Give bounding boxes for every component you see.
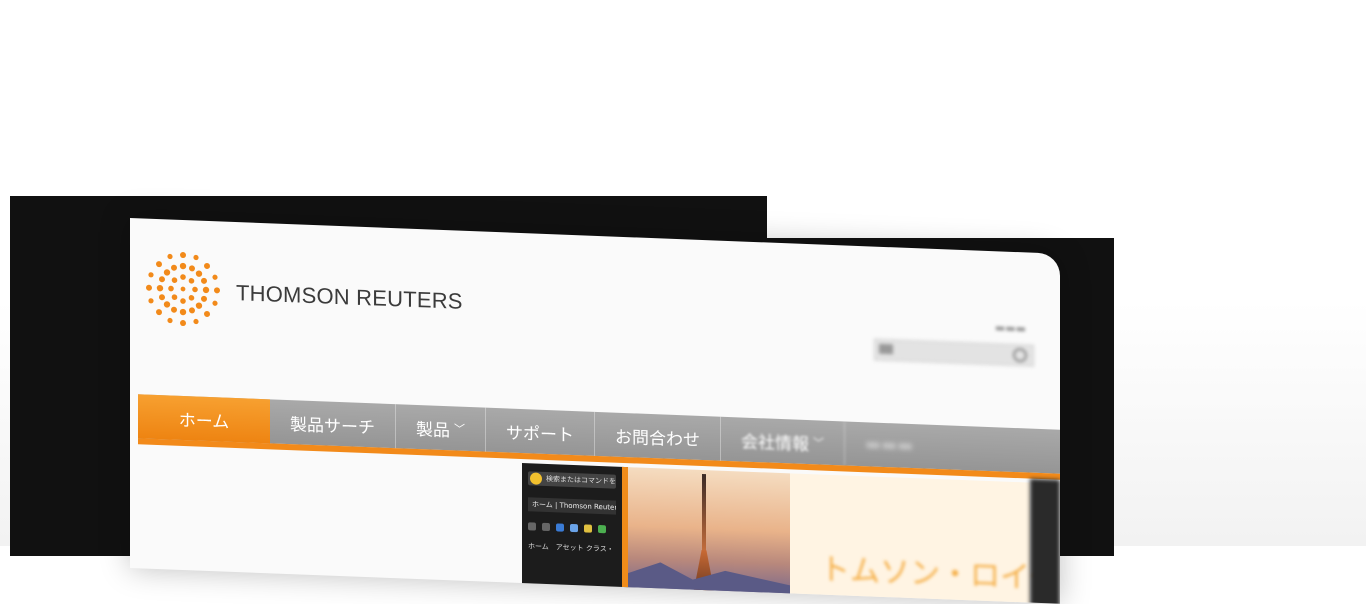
nav-item-product-search[interactable]: 製品サーチ xyxy=(270,399,396,449)
hero-address-text: 検索またはコマンドを入力 xyxy=(546,474,616,487)
thomson-reuters-logo-icon[interactable] xyxy=(144,249,222,330)
nav-item-label: 会社情報 xyxy=(741,431,809,455)
back-icon xyxy=(528,522,536,531)
search-icon[interactable] xyxy=(1013,347,1027,363)
hero-browser-tab: ホーム | Thomson Reuters xyxy=(528,497,616,515)
nav-item-label: お問合わせ xyxy=(615,427,700,451)
home-icon xyxy=(570,523,578,533)
nav-item-support[interactable]: サポート xyxy=(486,407,595,456)
hero-toolbar xyxy=(528,519,616,536)
browser-logo-icon xyxy=(530,472,542,485)
nav-item-label: サポート xyxy=(506,422,574,446)
chevron-down-icon: ﹀ xyxy=(813,436,824,450)
hero-text-panel: トムソン・ロイター xyxy=(790,473,1060,604)
utility-link[interactable]: ▬▬▬ xyxy=(995,321,1026,335)
nav-item-company[interactable]: 会社情報 ﹀ xyxy=(721,416,845,466)
nav-item-label: 製品 xyxy=(416,419,450,441)
hero-menu: ホーム アセット クラス・ xyxy=(528,542,614,554)
refresh-icon xyxy=(556,523,564,532)
hero-right-strip xyxy=(1030,478,1060,604)
addon-icon xyxy=(598,524,606,534)
search-input[interactable] xyxy=(874,338,1034,367)
hero-heading: トムソン・ロイター xyxy=(820,552,1060,598)
chevron-down-icon: ﹀ xyxy=(454,422,465,436)
nav-item-home[interactable]: ホーム xyxy=(138,394,270,444)
hero-photo-tokyo-tower xyxy=(628,467,790,604)
hero-address-bar: 検索またはコマンドを入力 xyxy=(528,471,616,489)
search-scope-selector[interactable] xyxy=(879,343,893,355)
forward-icon xyxy=(542,522,550,532)
nav-item-extra[interactable]: ▬▬▬ xyxy=(845,421,933,468)
logo-wordmark[interactable]: THOMSON REUTERS xyxy=(236,280,463,315)
nav-item-products[interactable]: 製品 ﹀ xyxy=(396,404,486,452)
nav-item-label: 製品サーチ xyxy=(290,414,375,438)
star-icon xyxy=(584,524,592,533)
nav-item-contact[interactable]: お問合わせ xyxy=(595,411,721,461)
nav-item-label: ホーム xyxy=(178,410,230,433)
hero-screenshot-panel: 検索またはコマンドを入力 ホーム | Thomson Reuters ホーム ア… xyxy=(522,463,628,598)
